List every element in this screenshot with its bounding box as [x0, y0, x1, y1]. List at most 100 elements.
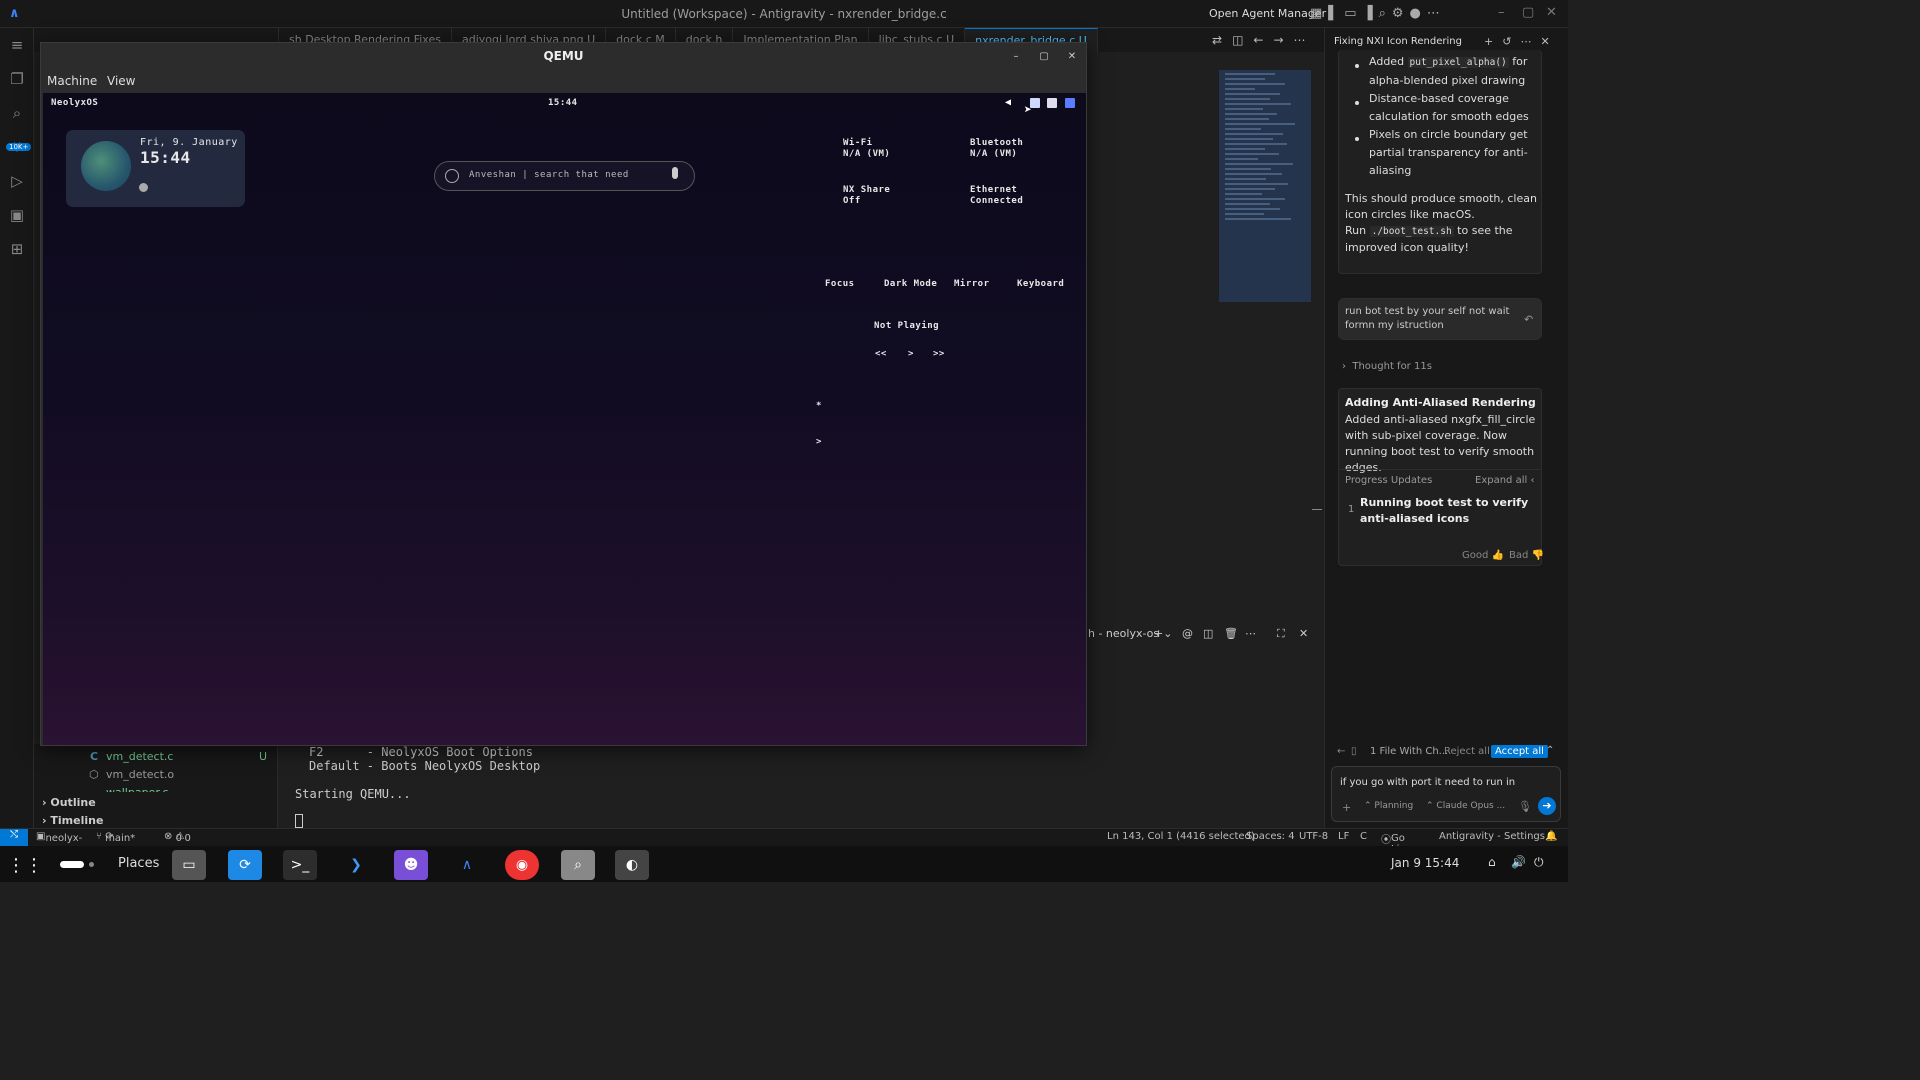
search-bar[interactable]: Anveshan | search that need [434, 161, 695, 191]
workspace-indicator[interactable]: ▣ neolyx-os [36, 831, 82, 855]
workspace-pill-icon[interactable] [60, 861, 84, 868]
antigravity-app-icon[interactable]: ∧ [450, 850, 484, 880]
thought-toggle[interactable]: › Thought for 11s [1342, 361, 1432, 372]
remote-explorer-icon[interactable]: ▣ [0, 198, 34, 232]
places-menu[interactable]: Places [118, 856, 159, 871]
power-icon[interactable]: ⏻ [1534, 855, 1544, 870]
line-ending[interactable]: LF [1338, 831, 1349, 842]
file-vm-detect-c[interactable]: vm_detect.c [106, 750, 173, 763]
menu-view[interactable]: View [107, 74, 135, 88]
back-icon[interactable]: ← [1337, 746, 1345, 757]
chat-input[interactable]: if you go with port it need to run in + … [1331, 766, 1561, 822]
split-editor-icon[interactable]: ◫ [1232, 33, 1243, 47]
more-icon[interactable]: ⋯ [1294, 33, 1306, 47]
maximize-icon[interactable]: ▢ [1522, 5, 1534, 20]
panel-toggle-icon[interactable]: ▭ [1344, 6, 1356, 21]
bad-button[interactable]: Bad 👎 [1509, 550, 1544, 561]
notifications-icon[interactable]: 🔔 [1545, 831, 1557, 842]
new-terminal-icon[interactable]: +⌄ [1154, 627, 1172, 640]
app-grid-icon[interactable]: ⋮⋮ [7, 850, 43, 880]
terminal-app-icon[interactable]: >_ [283, 850, 317, 880]
minimap[interactable] [1219, 70, 1311, 302]
go-live-button[interactable]: ⦿ Go Live [1381, 831, 1411, 855]
file-wallpaper-c[interactable]: wallpaper.c [106, 786, 168, 792]
tile-bluetooth[interactable]: Bluetooth N/A (VM) [970, 138, 1023, 160]
close-icon[interactable]: ✕ [1540, 35, 1549, 48]
qemu-app-icon[interactable]: ◐ [615, 850, 649, 880]
forward-icon[interactable]: → [1273, 33, 1283, 47]
explorer-icon[interactable]: ❐ [0, 62, 34, 96]
add-context-icon[interactable]: + [1342, 801, 1351, 814]
trash-icon[interactable]: 🗑 [1224, 627, 1238, 640]
terminal[interactable]: F2 - NeolyxOS Boot Options Default - Boo… [278, 744, 1312, 828]
good-button[interactable]: Good 👍 [1462, 550, 1504, 561]
battery-icon[interactable] [1047, 98, 1057, 108]
sidebar-toggle-icon[interactable]: ▌ [1328, 6, 1338, 21]
media-next-button[interactable]: >> [933, 349, 945, 359]
qemu-close-icon[interactable]: ✕ [1063, 48, 1081, 66]
accept-all-button[interactable]: Accept all [1491, 745, 1548, 758]
sync-app-icon[interactable]: ⟳ [228, 850, 262, 880]
toggle-focus[interactable]: Focus [825, 279, 855, 289]
reject-all-button[interactable]: Reject all [1444, 746, 1490, 757]
layout-icon[interactable]: ▦ [1310, 6, 1322, 21]
more-icon[interactable]: ⋯ [1245, 627, 1256, 640]
files-changed[interactable]: 1 File With Ch... [1370, 746, 1448, 757]
history-icon[interactable]: ↺ [1502, 35, 1511, 48]
viewer-app-icon[interactable]: ⌕ [561, 850, 595, 880]
search-icon[interactable]: ⌕ [1379, 6, 1386, 21]
outline-section[interactable]: › Outline [42, 796, 96, 809]
close-panel-icon[interactable]: ✕ [1299, 627, 1308, 640]
media-prev-button[interactable]: << [875, 349, 887, 359]
model-selector[interactable]: ⌃ Claude Opus ... [1426, 801, 1505, 811]
gear-icon[interactable]: ⚙ [1392, 6, 1404, 21]
mode-selector[interactable]: ⌃ Planning [1364, 801, 1413, 811]
extensions-icon[interactable]: ⊞ [0, 232, 34, 266]
branch-indicator[interactable]: ⑂ main* ⟳ [96, 831, 135, 844]
search-icon[interactable]: ⌕ [0, 96, 34, 130]
tile-ethernet[interactable]: Ethernet Connected [970, 185, 1023, 207]
timeline-section[interactable]: › Timeline [42, 814, 103, 827]
language-mode[interactable]: C [1360, 831, 1367, 842]
file-vm-detect-o[interactable]: vm_detect.o [106, 768, 174, 781]
toggle-mirror[interactable]: Mirror [954, 279, 990, 289]
indentation[interactable]: Spaces: 4 [1246, 831, 1295, 842]
split-terminal-icon[interactable]: ◫ [1203, 627, 1213, 640]
tile-nx-share[interactable]: NX Share Off [843, 185, 890, 207]
remote-icon[interactable]: ⤭ [0, 829, 28, 847]
maximize-panel-icon[interactable]: ⛶ [1277, 627, 1285, 641]
chevron-up-icon[interactable]: ⌃ [1546, 745, 1554, 756]
taskbar-clock[interactable]: Jan 9 15:44 [1391, 856, 1459, 870]
open-agent-manager-button[interactable]: Open Agent Manager [1209, 7, 1326, 20]
encoding[interactable]: UTF-8 [1299, 831, 1328, 842]
microphone-icon[interactable] [672, 167, 678, 179]
expand-all-button[interactable]: Expand all ‹ [1475, 475, 1534, 486]
more-icon[interactable]: ⋯ [1520, 35, 1531, 48]
mention-icon[interactable]: @ [1182, 627, 1193, 640]
tile-wifi[interactable]: Wi-Fi N/A (VM) [843, 138, 890, 160]
toggle-dark-mode[interactable]: Dark Mode [884, 279, 937, 289]
menu-machine[interactable]: Machine [47, 74, 97, 88]
vscode-app-icon[interactable]: ❯ [339, 850, 373, 880]
microphone-icon[interactable]: 🎙 [1518, 800, 1532, 813]
minimize-icon[interactable]: – [1498, 5, 1505, 20]
qemu-maximize-icon[interactable]: ▢ [1035, 48, 1053, 66]
send-button[interactable]: ➔ [1538, 797, 1556, 815]
settings-link[interactable]: Antigravity - Settings [1439, 831, 1545, 842]
new-chat-icon[interactable]: + [1484, 35, 1493, 48]
network-icon[interactable]: ⌂ [1488, 855, 1496, 869]
media-play-button[interactable]: > [908, 349, 914, 359]
account-icon[interactable]: ● [1410, 6, 1421, 21]
menu-icon[interactable]: ≡ [0, 28, 34, 62]
files-app-icon[interactable]: ▭ [172, 850, 206, 880]
run-debug-icon[interactable]: ▷ [0, 164, 34, 198]
undo-icon[interactable]: ↶ [1524, 313, 1533, 326]
workspace-dot-icon[interactable] [89, 862, 94, 867]
toggle-keyboard[interactable]: Keyboard [1017, 279, 1064, 289]
back-icon[interactable]: ← [1253, 33, 1263, 47]
close-icon[interactable]: ✕ [1546, 5, 1557, 20]
vm-display[interactable]: NeolyxOS 15:44 ◀ Fri, 9. January 15:44 A… [43, 93, 1086, 745]
ghost-app-icon[interactable]: ☻ [394, 850, 428, 880]
secondary-sidebar-icon[interactable]: ▐ [1363, 6, 1373, 21]
more-icon[interactable]: ⋯ [1427, 6, 1440, 21]
